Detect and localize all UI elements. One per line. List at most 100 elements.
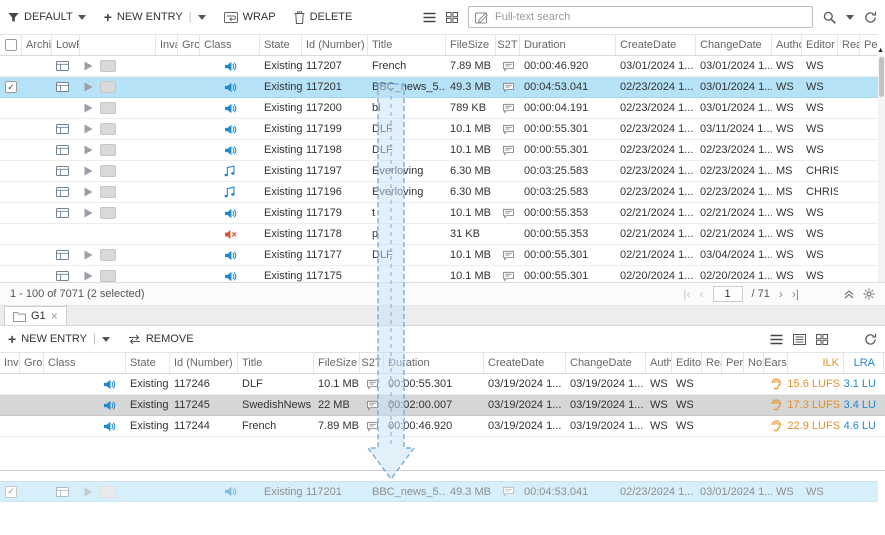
play-button[interactable]	[84, 166, 93, 176]
table-row[interactable]: Existing11717510.1 MB00:00:55.30102/20/2…	[0, 266, 878, 282]
settings-gear-icon[interactable]	[863, 288, 875, 300]
column-header-lowres[interactable]: LowRes	[52, 35, 80, 55]
vertical-scrollbar[interactable]	[878, 56, 885, 282]
scroll-up-arrow[interactable]: ▲	[877, 47, 884, 54]
column-header-createdate[interactable]: CreateDate	[484, 353, 566, 373]
column-header-duration[interactable]: Duration	[520, 35, 616, 55]
table-row[interactable]: Existing117207French7.89 MB00:00:46.9200…	[0, 56, 878, 77]
column-header-changedate[interactable]: ChangeDate	[566, 353, 646, 373]
column-header-inval[interactable]: Inval	[0, 353, 20, 373]
column-header-id[interactable]: Id (Number)	[302, 35, 368, 55]
delete-button[interactable]: DELETE	[294, 11, 353, 24]
full-text-search-input[interactable]	[495, 11, 806, 23]
column-header-read[interactable]: Read	[702, 353, 722, 373]
column-header-nodi[interactable]: NoDi	[744, 353, 764, 373]
column-header-author[interactable]: Author	[646, 353, 672, 373]
column-header-preview[interactable]	[80, 35, 156, 55]
play-button[interactable]	[84, 61, 93, 71]
table-row[interactable]: Existing117244French7.89 MB00:00:46.9200…	[0, 416, 885, 437]
column-header-filesize[interactable]: FileSize	[446, 35, 496, 55]
play-button[interactable]	[84, 145, 93, 155]
tab-g1[interactable]: G1 ×	[4, 306, 67, 325]
list-view-icon[interactable]	[770, 334, 783, 345]
row-checkbox[interactable]	[5, 486, 17, 498]
grid-view-icon[interactable]	[446, 12, 458, 23]
column-header-perfe[interactable]: Perfe	[860, 35, 878, 55]
column-header-id[interactable]: Id (Number)	[170, 353, 238, 373]
new-entry-button[interactable]: + NEW ENTRY |	[104, 10, 206, 24]
music-icon	[224, 165, 236, 177]
table-row[interactable]: Existing117197Everloving6.30 MB00:03:25.…	[0, 161, 878, 182]
column-header-inval[interactable]: Inval	[156, 35, 178, 55]
table-row[interactable]: Existing117196Everloving6.30 MB00:03:25.…	[0, 182, 878, 203]
column-header-perfe[interactable]: Perfe	[722, 353, 744, 373]
play-button[interactable]	[84, 271, 93, 281]
play-button[interactable]	[84, 208, 93, 218]
remove-button[interactable]: REMOVE	[128, 333, 194, 345]
new-entry-button-bottom[interactable]: + NEW ENTRY |	[8, 332, 110, 346]
cell-createdate: 02/23/2024 1...	[616, 98, 696, 118]
refresh-icon[interactable]	[864, 333, 877, 346]
column-header-lra[interactable]: LRA	[844, 353, 884, 373]
scrollbar-thumb[interactable]	[879, 57, 884, 97]
column-header-s2t[interactable]: S2T	[496, 35, 520, 55]
play-button[interactable]	[84, 124, 93, 134]
first-page-button[interactable]: |‹	[683, 287, 690, 301]
table-row[interactable]: Existing117179t10.1 MB00:00:55.35302/21/…	[0, 203, 878, 224]
column-header-author[interactable]: Author	[772, 35, 802, 55]
last-page-button[interactable]: ›|	[792, 287, 799, 301]
list-view-icon[interactable]	[423, 12, 436, 23]
next-page-button[interactable]: ›	[779, 287, 783, 301]
cell-lowres	[52, 77, 80, 97]
play-button[interactable]	[84, 82, 93, 92]
table-row[interactable]: Existing117201BBC_news_5...49.3 MB00:04:…	[0, 481, 878, 502]
column-header-title[interactable]: Title	[368, 35, 446, 55]
column-header-class[interactable]: Class	[200, 35, 260, 55]
column-header-ilk[interactable]: ILK	[788, 353, 844, 373]
search-options-chevron-icon[interactable]	[846, 15, 854, 20]
column-header-state[interactable]: State	[126, 353, 170, 373]
wrap-button[interactable]: WRAP	[224, 11, 276, 23]
table-row[interactable]: Existing117246DLF10.1 MB00:00:55.30103/1…	[0, 374, 885, 395]
column-header-editor[interactable]: Editor	[672, 353, 702, 373]
column-header-changedate[interactable]: ChangeDate	[696, 35, 772, 55]
column-header-s2t[interactable]: S2T	[360, 353, 384, 373]
column-header-duration[interactable]: Duration	[384, 353, 484, 373]
page-number-input[interactable]	[713, 286, 743, 302]
column-header-ears[interactable]: Ears	[764, 353, 788, 373]
column-header-title[interactable]: Title	[238, 353, 314, 373]
play-button[interactable]	[84, 487, 93, 497]
refresh-icon[interactable]	[864, 11, 877, 24]
column-header-read[interactable]: Read	[838, 35, 860, 55]
table-row[interactable]: Existing117177DLF10.1 MB00:00:55.30102/2…	[0, 245, 878, 266]
table-row[interactable]: Existing117245SwedishNews22 MB00:02:00.0…	[0, 395, 885, 416]
table-row[interactable]: Existing117201BBC_news_5...49.3 MB00:04:…	[0, 77, 878, 98]
grid-view-icon[interactable]	[816, 334, 828, 345]
column-header-state[interactable]: State	[260, 35, 302, 55]
row-checkbox[interactable]	[5, 81, 17, 93]
table-row[interactable]: Existing117198DLF10.1 MB00:00:55.30102/2…	[0, 140, 878, 161]
table-row[interactable]: Existing117200bl789 KB00:00:04.19102/23/…	[0, 98, 878, 119]
tab-close-icon[interactable]: ×	[51, 309, 58, 323]
table-row[interactable]: Existing117178p31 KB00:00:55.35302/21/20…	[0, 224, 878, 245]
filter-dropdown[interactable]: DEFAULT	[8, 11, 86, 23]
column-header-createdate[interactable]: CreateDate	[616, 35, 696, 55]
column-header-editor[interactable]: Editor	[802, 35, 838, 55]
edit-search-icon[interactable]	[475, 11, 489, 24]
column-header-sel[interactable]	[0, 35, 22, 55]
collapse-panel-icon[interactable]	[844, 289, 854, 299]
table-row[interactable]: Existing117199DLF10.1 MB00:00:55.30102/2…	[0, 119, 878, 140]
play-button[interactable]	[84, 187, 93, 197]
cell-sel	[0, 140, 22, 160]
column-header-archi[interactable]: Archi	[22, 35, 52, 55]
column-header-grou[interactable]: Grou	[178, 35, 200, 55]
column-header-grou[interactable]: Grou	[20, 353, 44, 373]
play-button[interactable]	[84, 250, 93, 260]
column-header-class[interactable]: Class	[44, 353, 126, 373]
column-header-filesize[interactable]: FileSize	[314, 353, 360, 373]
prev-page-button[interactable]: ‹	[700, 287, 704, 301]
detail-view-icon[interactable]	[793, 334, 806, 345]
select-all-checkbox[interactable]	[5, 39, 17, 51]
play-button[interactable]	[84, 103, 93, 113]
search-icon[interactable]	[823, 11, 836, 24]
